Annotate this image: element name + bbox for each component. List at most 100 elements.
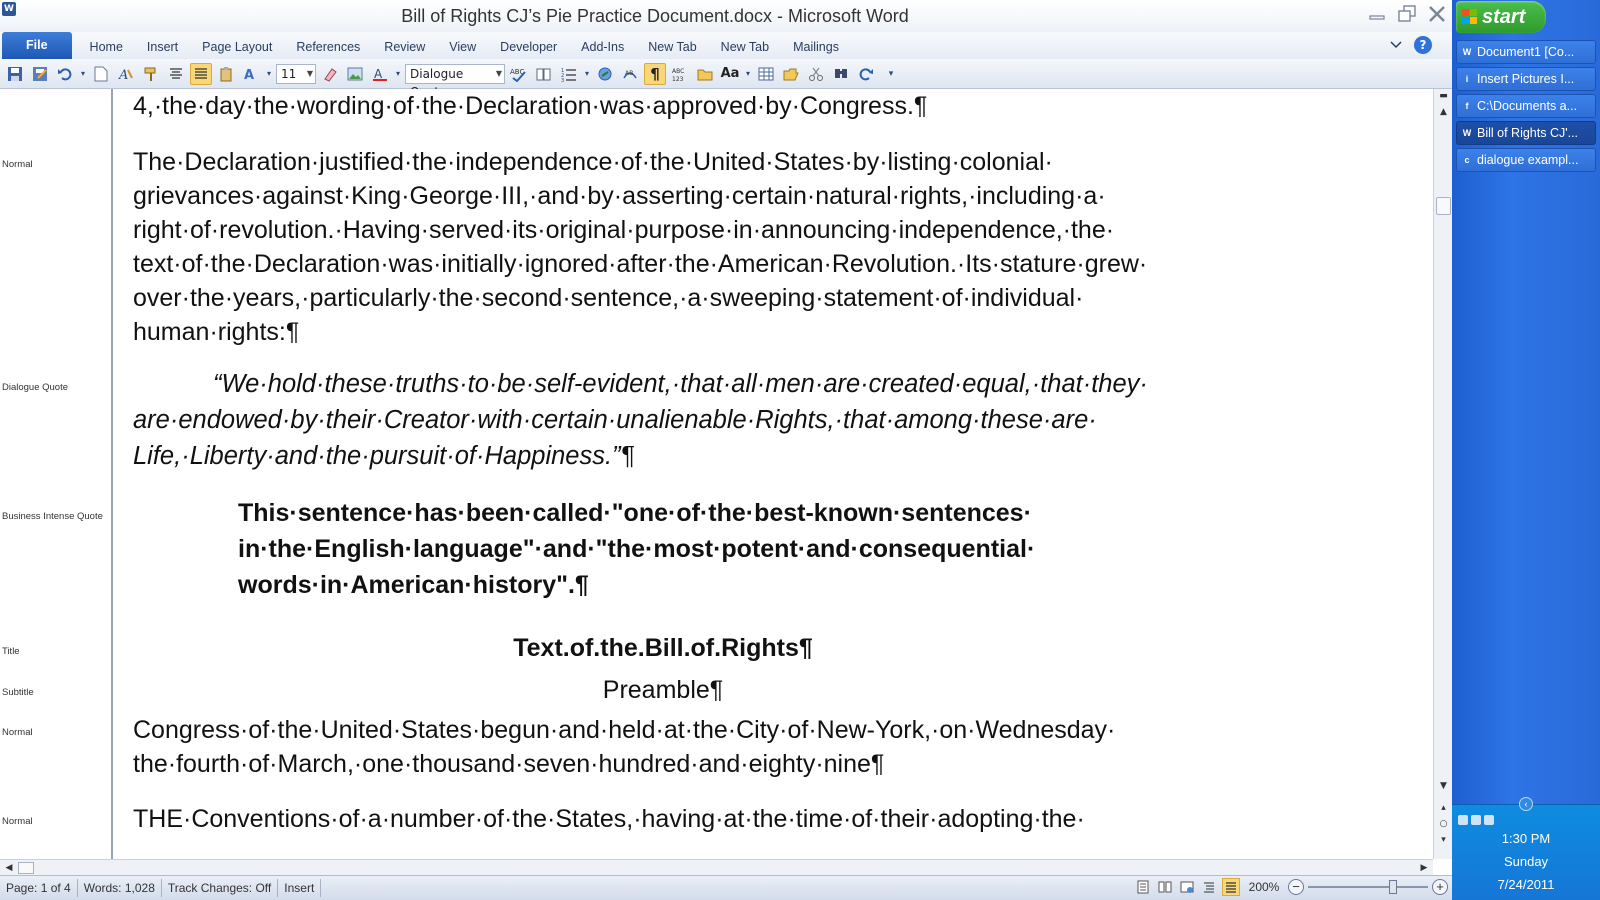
start-button[interactable]: start [1456, 1, 1546, 33]
full-screen-reading-icon[interactable] [1156, 878, 1174, 896]
cut-icon[interactable] [805, 63, 827, 85]
scroll-down-icon[interactable]: ▼ [1436, 779, 1451, 793]
paragraph-dialogue-quote[interactable]: “We·hold·these·truths·to·be·self-evident… [133, 366, 1193, 474]
font-size-combo[interactable]: 11 ▼ [276, 63, 316, 84]
paragraph-declaration-date[interactable]: 4,·the·day·the·wording·of·the·Declaratio… [133, 89, 1193, 123]
show-hide-formatting-icon[interactable]: ¶ [644, 62, 666, 85]
paragraph-congress[interactable]: Congress·of·the·United·States·begun·and·… [133, 713, 1193, 781]
close-button[interactable] [1424, 2, 1450, 26]
tab-page-layout[interactable]: Page Layout [190, 35, 284, 59]
horizontal-scrollbar[interactable]: ◀ ▶ [0, 859, 1433, 875]
zoom-slider-thumb[interactable] [1388, 880, 1397, 894]
tab-review[interactable]: Review [372, 35, 437, 59]
heading-bill-of-rights-title[interactable]: Text.of.the.Bill.of.Rights¶ [133, 631, 1193, 665]
redo-icon[interactable] [855, 63, 877, 85]
hyperlink-icon[interactable] [594, 63, 616, 85]
tab-new-tab-2[interactable]: New Tab [709, 35, 781, 59]
format-painter-icon[interactable] [140, 63, 162, 85]
tab-references[interactable]: References [284, 35, 372, 59]
font-color-icon[interactable]: A [369, 63, 391, 85]
thesaurus-icon[interactable]: AB [619, 63, 641, 85]
restore-button[interactable] [1394, 2, 1420, 26]
tab-mailings[interactable]: Mailings [781, 35, 851, 59]
paragraph-intense-quote[interactable]: This·sentence·has·been·called·"one·of·th… [238, 495, 1098, 603]
insert-picture-icon[interactable] [344, 63, 366, 85]
print-layout-view-icon[interactable] [1134, 878, 1152, 896]
vertical-scroll-thumb[interactable] [1436, 197, 1451, 215]
tab-add-ins[interactable]: Add-Ins [569, 35, 636, 59]
styles-icon[interactable]: A [115, 63, 137, 85]
horizontal-scroll-thumb[interactable] [18, 862, 34, 874]
zoom-level[interactable]: 200% [1244, 880, 1284, 894]
scroll-up-icon[interactable]: ▲ [1436, 105, 1451, 119]
open-folder-icon[interactable] [780, 63, 802, 85]
display-icon[interactable] [1484, 815, 1494, 825]
text-effects-dropdown-icon[interactable]: ▾ [265, 63, 273, 85]
taskbar-item-dialogue-example[interactable]: c dialogue exampl... [1456, 148, 1596, 172]
style-combo[interactable]: Dialogue Quote▼ [405, 63, 505, 99]
find-icon[interactable] [830, 63, 852, 85]
clipboard-icon[interactable] [215, 63, 237, 85]
undo-icon[interactable] [54, 63, 76, 85]
insert-mode-status[interactable]: Insert [278, 879, 322, 897]
minimize-ribbon-icon[interactable] [1390, 40, 1402, 50]
zoom-slider[interactable] [1308, 878, 1428, 896]
zoom-out-icon[interactable]: − [1288, 879, 1304, 895]
open-icon[interactable] [694, 63, 716, 85]
numbering-icon[interactable]: 123 [558, 63, 580, 85]
network-icon[interactable] [1458, 815, 1468, 825]
tab-developer[interactable]: Developer [488, 35, 569, 59]
clear-formatting-icon[interactable] [319, 63, 341, 85]
word-count-icon[interactable]: ABC 123 [669, 63, 691, 85]
change-case-icon[interactable]: Aa [719, 63, 741, 85]
taskbar-item-documents-folder[interactable]: f C:\Documents a... [1456, 94, 1596, 118]
save-icon[interactable] [4, 63, 26, 85]
clock-time[interactable]: 1:30 PM [1452, 831, 1600, 846]
numbering-dropdown-icon[interactable]: ▾ [583, 63, 591, 85]
ruler-toggle-icon[interactable]: ▬ [1436, 89, 1451, 103]
text-effects-icon[interactable]: A [240, 63, 262, 85]
outline-view-icon[interactable] [1200, 878, 1218, 896]
select-browse-object-icon[interactable]: ○ [1436, 817, 1451, 831]
document-canvas[interactable]: 4,·the·day·the·wording·of·the·Declaratio… [115, 89, 1433, 859]
track-changes-status[interactable]: Track Changes: Off [162, 879, 279, 897]
zoom-in-icon[interactable]: + [1432, 879, 1448, 895]
research-icon[interactable] [533, 63, 555, 85]
font-color-dropdown-icon[interactable]: ▾ [394, 63, 402, 85]
undo-dropdown-icon[interactable]: ▾ [79, 63, 87, 85]
scroll-left-icon[interactable]: ◀ [2, 860, 16, 876]
tab-home[interactable]: Home [78, 35, 135, 59]
customize-toolbar-icon[interactable]: ▾ [880, 63, 902, 85]
tab-insert[interactable]: Insert [135, 35, 190, 59]
windows-flag-icon [1462, 9, 1477, 24]
taskbar-item-bill-of-rights[interactable]: W Bill of Rights CJ'... [1456, 121, 1596, 145]
volume-icon[interactable] [1471, 815, 1481, 825]
spelling-grammar-icon[interactable]: ABC [508, 63, 530, 85]
taskbar-item-document1[interactable]: W Document1 [Co... [1456, 40, 1596, 64]
vertical-scrollbar[interactable]: ▬ ▲ ▼ ▴ ○ ▾ [1433, 89, 1452, 859]
tab-view[interactable]: View [437, 35, 488, 59]
scroll-right-icon[interactable]: ▶ [1417, 860, 1431, 876]
save-as-icon[interactable] [29, 63, 51, 85]
new-document-icon[interactable] [90, 63, 112, 85]
align-center-icon[interactable] [165, 63, 187, 85]
draft-view-icon[interactable] [1222, 878, 1240, 896]
paragraph-declaration-justified[interactable]: The·Declaration·justified·the·independen… [133, 145, 1193, 349]
word-count-status[interactable]: Words: 1,028 [78, 879, 162, 897]
page-count-status[interactable]: Page: 1 of 4 [0, 879, 78, 897]
minimize-button[interactable] [1364, 2, 1390, 26]
heading-preamble-subtitle[interactable]: Preamble¶ [133, 673, 1193, 707]
next-page-icon[interactable]: ▾ [1436, 833, 1451, 847]
style-label-dialogue-quote: Dialogue Quote [2, 382, 69, 393]
taskbar-item-insert-pictures[interactable]: i Insert Pictures I... [1456, 67, 1596, 91]
tab-new-tab-1[interactable]: New Tab [636, 35, 708, 59]
tray-collapse-icon[interactable]: ‹ [1519, 797, 1533, 811]
help-icon[interactable]: ? [1414, 36, 1432, 54]
justify-icon[interactable] [190, 62, 212, 85]
previous-page-icon[interactable]: ▴ [1436, 801, 1451, 815]
change-case-dropdown-icon[interactable]: ▾ [744, 63, 752, 85]
table-icon[interactable] [755, 63, 777, 85]
paragraph-conventions[interactable]: THE·Conventions·of·a·number·of·the·State… [133, 802, 1193, 836]
web-layout-icon[interactable] [1178, 878, 1196, 896]
tab-file[interactable]: File [2, 32, 72, 59]
